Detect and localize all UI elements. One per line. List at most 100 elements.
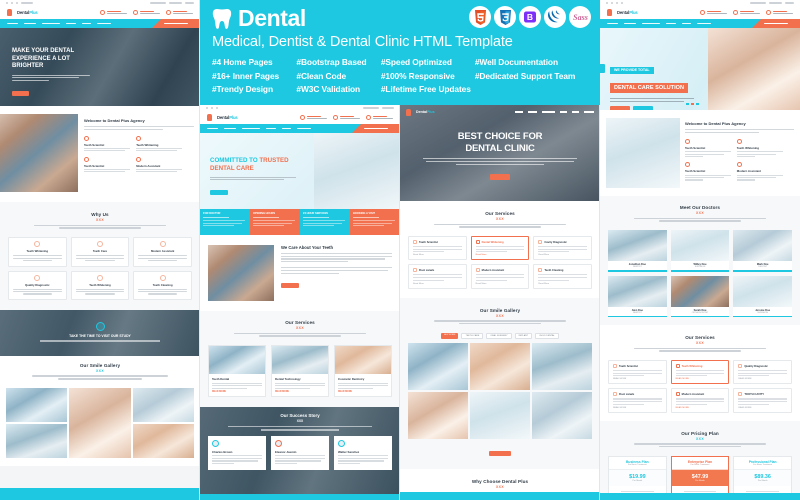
feature-card[interactable]: Teeth Whitening [8,237,67,267]
read-more-link[interactable]: READ MORE [613,407,662,409]
section-subtitle: XXX [496,485,504,490]
read-more-link[interactable]: Read More [476,254,525,256]
gallery-thumb[interactable] [132,388,194,423]
gallery-thumb[interactable] [69,388,131,459]
main-navigation[interactable]: DentalPlus [400,108,600,116]
doctor-card[interactable]: Jonathan Doe DENTIST [608,230,667,272]
section-subtitle: XXX [496,313,504,318]
tooth-logo-icon [207,114,212,121]
feature-card[interactable]: Quality Diagnostic [8,270,67,300]
gallery-thumb[interactable] [470,392,530,440]
read-more-link[interactable]: Read More [538,254,587,256]
tooth-icon [159,274,166,281]
feature-item: Teeth Whitening [136,135,183,153]
feature-col-4: #Well Documentation #Dedicated Support T… [474,57,576,81]
service-card[interactable]: Teeth Cleaning Read More [533,264,592,289]
service-card-active[interactable]: Dental Whitening Read More [470,236,530,261]
appointment-button[interactable] [352,124,400,133]
service-card[interactable]: TOOTH CAVITY READ MORE [733,388,792,413]
feature-icon [84,135,89,141]
read-more-link[interactable]: READ MORE [676,378,725,380]
read-more-link[interactable]: Read More [538,283,587,285]
filter-tab[interactable]: IMPLANT [514,332,533,340]
tooth-icon [613,364,617,369]
doctor-card[interactable]: Sarah Doe ORTHODONTIST [670,275,730,318]
feature-card[interactable]: Teeth Whitening [70,270,130,300]
gallery-thumb[interactable] [132,424,194,459]
section-subtitle: XXX [696,341,704,346]
tooth-icon [675,364,680,369]
main-navigation[interactable] [0,19,200,28]
service-card[interactable]: Dental Technology READ MORE [271,345,329,398]
gallery-thumb[interactable] [408,343,468,391]
service-card[interactable]: Cavity Diagnostic Read More [533,236,592,261]
service-card[interactable]: Quality Diagnostic READ MORE [733,360,792,385]
feature-card[interactable]: Teeth Care [70,237,130,267]
service-card[interactable]: Modern Assistant READ MORE [670,388,730,413]
appointment-button[interactable] [752,19,800,28]
read-more-link[interactable]: READ MORE [212,391,262,393]
filter-tab[interactable]: ORAL SURGERY [486,332,512,340]
load-more-button[interactable] [489,450,511,457]
filter-tab[interactable]: TEETH CARE [461,332,484,340]
service-card[interactable]: Root canals Read More [408,264,467,289]
phone-icon [100,10,105,15]
service-card[interactable]: Teeth Dental READ MORE [208,345,266,398]
read-more-link[interactable]: READ MORE [275,391,325,393]
info-bar: FOR DOCTOR OPENING HOURS 24 HOUR SERVICE… [200,209,400,235]
gallery-thumb[interactable] [532,392,592,440]
read-more-link[interactable]: READ MORE [738,378,787,380]
hero-cta-secondary[interactable] [633,105,653,110]
testimonial-card[interactable]: Walter Sanchez [334,435,392,470]
gallery-thumb[interactable] [6,424,68,459]
card-title: Modern Assistant [150,249,175,254]
hero-cta-button[interactable] [12,90,29,96]
mail-icon [133,10,138,15]
phone-icon [700,10,705,15]
service-card[interactable]: Root canals READ MORE [608,388,667,413]
doctor-card[interactable]: Alen Doe DENTIST [608,275,667,318]
read-more-link[interactable]: Read More [413,283,462,285]
doctor-card[interactable]: Willey Doe SURGEON [670,230,730,272]
hero-heading: MAKE YOUR DENTAL EXPERIENCE A LOT BRIGHT… [12,48,75,69]
main-navigation[interactable] [200,124,400,133]
gallery-thumb[interactable] [470,343,530,391]
doctor-card[interactable]: Jerome Doe SURGEON [733,275,792,318]
testimonial-card[interactable]: Charles Brown [208,435,266,470]
service-card[interactable]: Cosmetic Dentistry READ MORE [334,345,392,398]
filter-tab[interactable]: CHILD DENTAL [535,332,559,340]
feature-card[interactable]: Teeth Cleaning [133,270,192,300]
infobar-title: OPENING HOURS [253,212,276,215]
service-card[interactable]: Teeth Scientist Read More [408,236,467,261]
gallery-thumb[interactable] [6,388,68,423]
hero-cta-button[interactable] [210,189,228,195]
about-img-section: We Care About Your Teeth [200,235,400,311]
appointment-button[interactable] [152,19,200,28]
section-subtitle: XXX [96,368,104,373]
read-more-link[interactable]: READ MORE [738,407,787,409]
filter-tab-active[interactable]: ALL WORK [441,332,459,340]
gallery-thumb[interactable] [408,392,468,440]
main-navigation[interactable] [600,19,800,28]
testimonial-card[interactable]: Eleanor Jasmin [271,435,329,470]
section-title: Our Services [685,335,715,341]
hero-cta-primary[interactable] [610,105,630,110]
success-section: Our Success Story XXX Charles Brown Elea… [200,407,400,498]
service-card[interactable]: Modern Assistant Read More [470,264,530,289]
read-more-link[interactable]: Read More [476,283,525,285]
play-icon[interactable] [95,321,105,331]
feature-card[interactable]: Modern Assistant [133,237,192,267]
read-more-link[interactable]: Read More [413,254,462,256]
carousel-prev-arrow[interactable] [600,64,605,73]
gallery-thumb[interactable] [532,343,592,391]
service-card[interactable]: Teeth Scientist READ MORE [608,360,667,385]
doctor-card[interactable]: Mark Doe DENTIST [733,230,792,272]
service-card-active[interactable]: Teeth Whitening READ MORE [670,360,730,385]
gallery-filter-tabs[interactable]: ALL WORK TEETH CARE ORAL SURGERY IMPLANT… [408,332,592,340]
read-more-link[interactable]: READ MORE [613,378,662,380]
read-more-link[interactable]: READ MORE [676,407,725,409]
hero-cta-button[interactable] [490,174,510,180]
read-more-button[interactable] [281,283,299,289]
read-more-link[interactable]: READ MORE [338,391,388,393]
carousel-dots[interactable] [686,103,699,105]
